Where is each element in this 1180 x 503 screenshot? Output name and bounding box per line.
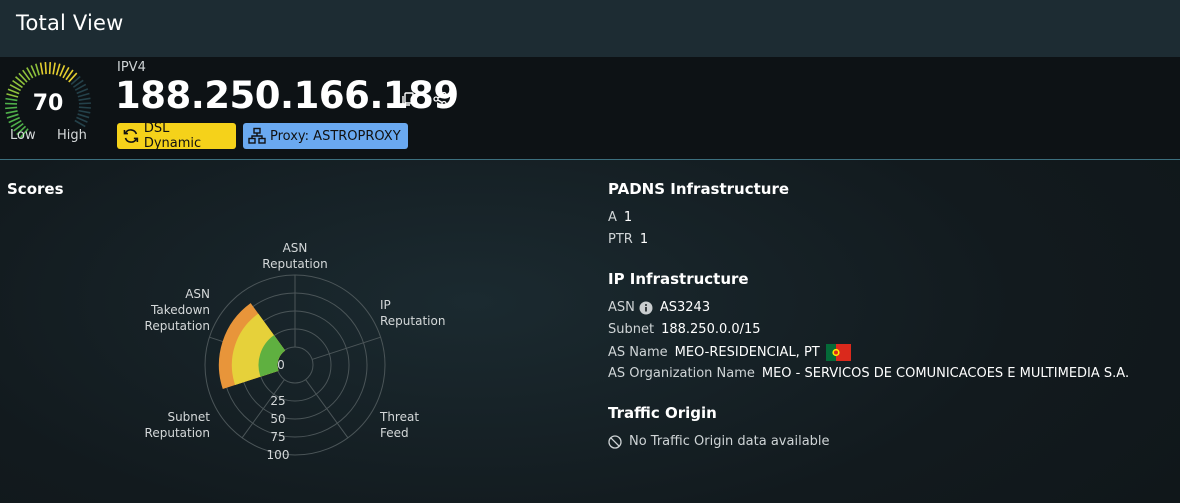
gauge-tick [35, 63, 40, 76]
info-icon[interactable] [639, 301, 653, 315]
gauge-tick [77, 92, 90, 98]
as-org-value: MEO - SERVICOS DE COMUNICACOES E MULTIME… [761, 366, 1130, 381]
ip-infra-title: IP Infrastructure [608, 270, 749, 288]
ip-header: 70 Low High IPV4 188.250.166.189 DSL Dyn… [0, 57, 1180, 160]
subnet-key: Subnet [608, 322, 655, 337]
no-traffic-message: No Traffic Origin data available [608, 434, 830, 449]
padns-a-value: 1 [623, 210, 633, 225]
as-org-row: AS Organization Name MEO - SERVICOS DE C… [608, 366, 1129, 381]
gauge-tick [74, 119, 86, 128]
asn-value[interactable]: AS3243 [660, 300, 710, 315]
gauge-tick [5, 106, 18, 110]
badge-label: DSL Dynamic [143, 121, 202, 151]
gauge-tick [5, 110, 18, 114]
badge-label: Proxy: ASTROPROXY [270, 128, 401, 144]
radar-axis-label: IP Reputation [380, 298, 445, 328]
radar-axis-label: ASN Takedown Reputation [145, 287, 210, 333]
gauge-tick [6, 113, 19, 119]
score-value: 70 [32, 91, 64, 116]
gauge-tick [6, 93, 19, 98]
radar-axis-label: Threat Feed [379, 410, 419, 440]
refresh-icon [123, 129, 139, 143]
copy-icon[interactable] [400, 91, 416, 107]
gauge-tick [5, 97, 18, 102]
traffic-origin-title: Traffic Origin [608, 404, 717, 422]
radar-axis-label: Subnet Reputation [145, 410, 211, 440]
radar-tick-label: 50 [270, 412, 285, 426]
as-name-row: AS Name MEO-RESIDENCIAL, PT [608, 344, 851, 361]
subnet-row: Subnet 188.250.0.0/15 [608, 322, 761, 337]
scores-radar-chart: 0 25 50 75 100 ASN Reputation IP Reputation Threa… [145, 241, 446, 462]
gauge-tick [78, 102, 91, 105]
no-traffic-text: No Traffic Origin data available [629, 434, 830, 449]
padns-title: PADNS Infrastructure [608, 180, 790, 198]
gauge-tick [7, 88, 20, 95]
radar-tick-label: 0 [277, 358, 285, 372]
asn-row: ASN AS3243 [608, 300, 710, 315]
portugal-flag-icon [825, 344, 851, 361]
no-data-icon [608, 434, 622, 449]
asn-key: ASN [608, 300, 635, 315]
gauge-tick [30, 65, 37, 77]
radar-axis-label: ASN Reputation [262, 241, 327, 271]
as-name-value: MEO-RESIDENCIAL, PT [674, 345, 820, 360]
padns-a-key: A [608, 210, 617, 225]
gauge-tick [78, 97, 91, 101]
radar-tick-label: 100 [267, 448, 290, 462]
network-icon [248, 127, 266, 144]
gauge-tick [78, 109, 91, 114]
score-low-label: Low [10, 128, 36, 143]
page-title: Total View [16, 11, 124, 35]
title-bar: Total View [0, 0, 1180, 57]
gauge-tick [76, 88, 89, 95]
share-icon[interactable] [432, 91, 448, 107]
scores-title: Scores [7, 180, 64, 198]
gauge-tick [78, 106, 91, 109]
radar-tick-label: 75 [270, 430, 285, 444]
gauge-tick [48, 62, 52, 75]
padns-ptr-row: PTR 1 [608, 232, 648, 247]
padns-a-row: A 1 [608, 210, 632, 225]
radar-spoke [311, 336, 381, 360]
as-org-key: AS Organization Name [608, 366, 755, 381]
gauge-tick [55, 63, 61, 76]
badge-dsl-dynamic[interactable]: DSL Dynamic [117, 121, 236, 151]
as-name-key: AS Name [608, 345, 668, 360]
radar-tick-label: 25 [270, 394, 285, 408]
ip-type-label: IPV4 [117, 60, 146, 75]
padns-ptr-value: 1 [639, 232, 649, 247]
padns-ptr-key: PTR [608, 232, 633, 247]
gauge-tick [39, 62, 44, 75]
gauge-tick [44, 62, 47, 75]
subnet-value[interactable]: 188.250.0.0/15 [661, 322, 761, 337]
score-high-label: High [57, 128, 87, 143]
gauge-tick [52, 62, 56, 75]
gauge-tick [77, 113, 90, 119]
gauge-tick [76, 116, 88, 123]
badge-proxy[interactable]: Proxy: ASTROPROXY [243, 123, 408, 149]
gauge-tick [59, 64, 66, 77]
